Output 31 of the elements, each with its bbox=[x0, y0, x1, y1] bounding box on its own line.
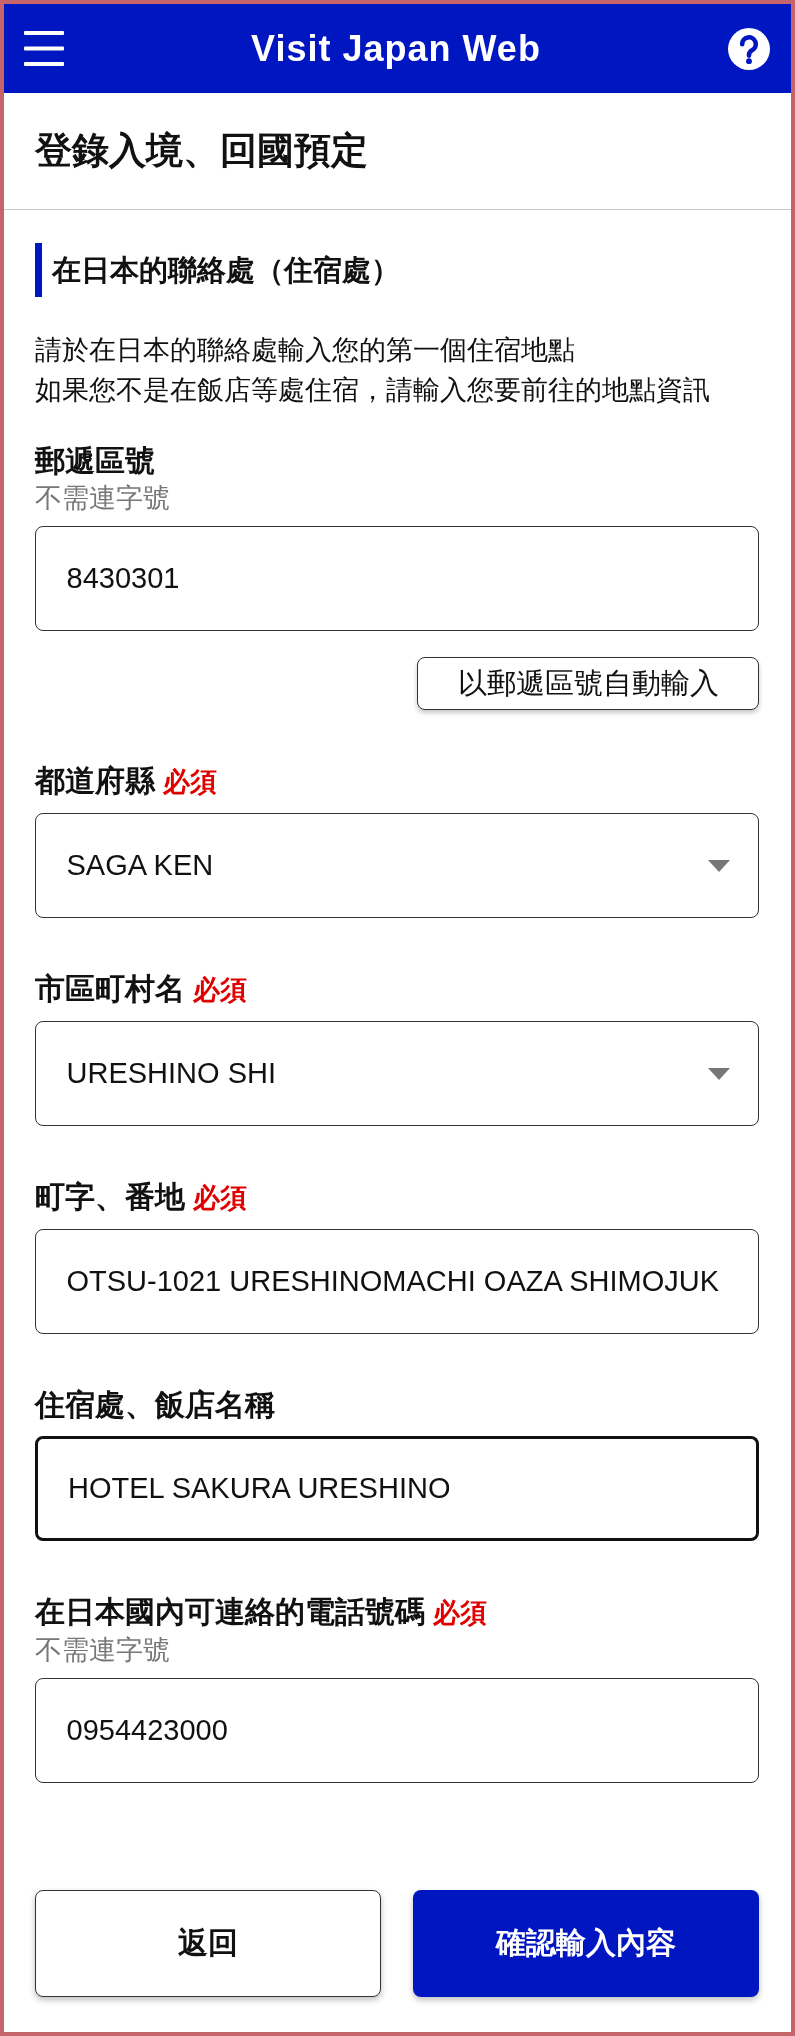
field-label: 町字、番地 bbox=[35, 1179, 185, 1215]
field-hint: 不需連字號 bbox=[35, 1634, 171, 1667]
dropdown-field[interactable]: URESHINO SHI bbox=[35, 1021, 759, 1126]
instruction-text: 請於在日本的聯絡處輸入您的第一個住宿地點 bbox=[35, 334, 576, 367]
field-label: 在日本國內可連絡的電話號碼 bbox=[35, 1594, 425, 1630]
field-label: 郵遞區號 bbox=[35, 443, 155, 479]
required-tag: 必須 bbox=[433, 1594, 487, 1632]
autofill-button[interactable]: 以郵遞區號自動輸入 bbox=[417, 657, 759, 710]
field-hint: 不需連字號 bbox=[35, 482, 171, 515]
required-tag: 必須 bbox=[163, 763, 217, 801]
help-icon[interactable] bbox=[728, 27, 770, 70]
field-label: 市區町村名 bbox=[35, 971, 185, 1007]
dropdown-field[interactable]: SAGA KEN bbox=[35, 813, 759, 918]
text-field[interactable]: 0954423000 bbox=[35, 1678, 759, 1783]
section-heading: 在日本的聯絡處（住宿處） bbox=[52, 253, 400, 288]
text-field[interactable]: 8430301 bbox=[35, 526, 759, 631]
back-button[interactable]: 返回 bbox=[35, 1890, 381, 1997]
field-label: 都道府縣 bbox=[35, 763, 155, 799]
instruction-text: 如果您不是在飯店等處住宿，請輸入您要前往的地點資訊 bbox=[35, 374, 711, 407]
required-tag: 必須 bbox=[193, 971, 247, 1009]
required-tag: 必須 bbox=[193, 1179, 247, 1217]
app-title: Visit Japan Web bbox=[250, 26, 542, 71]
confirm-button[interactable]: 確認輸入內容 bbox=[413, 1890, 759, 1997]
page-title: 登錄入境、回國預定 bbox=[35, 129, 369, 173]
field-label: 住宿處、飯店名稱 bbox=[35, 1387, 275, 1423]
caret-icon bbox=[708, 1067, 730, 1080]
text-field[interactable]: OTSU-1021 URESHINOMACHI OAZA SHIMOJUK bbox=[35, 1229, 759, 1334]
menu-icon[interactable] bbox=[24, 31, 64, 66]
caret-icon bbox=[708, 859, 730, 872]
accent-bar bbox=[35, 243, 42, 297]
text-field[interactable]: HOTEL SAKURA URESHINO bbox=[35, 1436, 759, 1541]
